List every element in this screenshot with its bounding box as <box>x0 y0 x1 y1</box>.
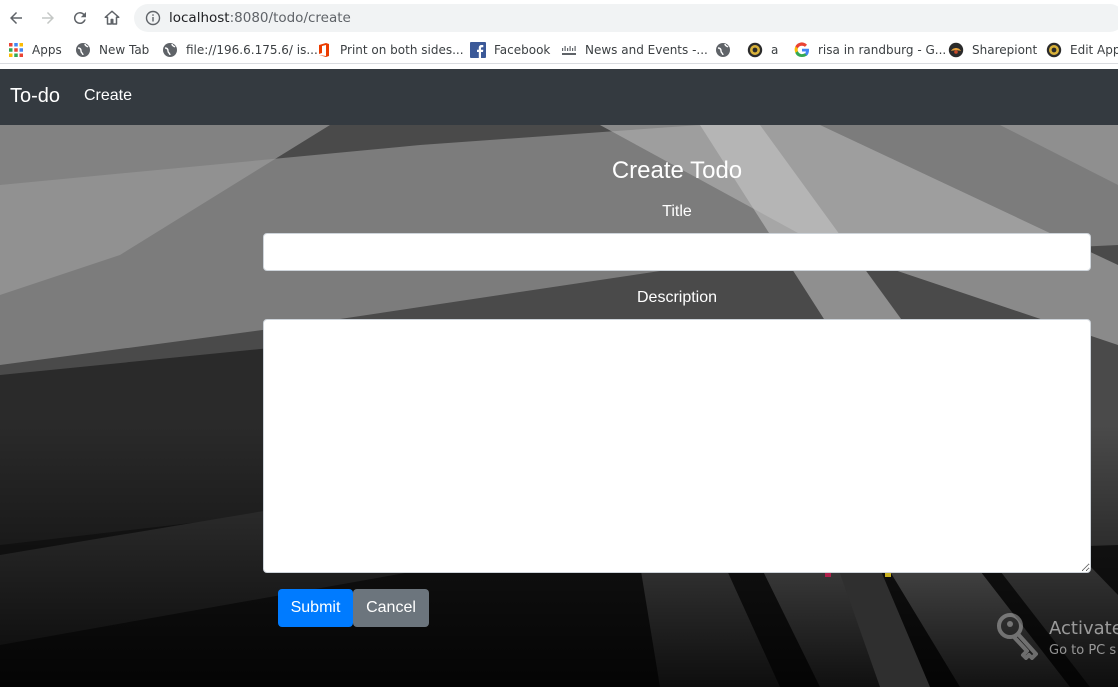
description-textarea[interactable] <box>263 319 1091 573</box>
bookmark-label: Edit Appl <box>1070 43 1118 57</box>
submit-button[interactable]: Submit <box>278 589 353 627</box>
home-icon[interactable] <box>100 6 124 30</box>
bookmark-news[interactable]: News and Events -... <box>561 36 708 63</box>
bookmark-new-tab[interactable]: New Tab <box>75 36 150 63</box>
bookmark-google-search[interactable]: risa in randburg - G... <box>794 36 947 63</box>
page-title: Create Todo <box>611 157 743 184</box>
apps-grid-icon <box>8 42 24 58</box>
globe-icon <box>162 42 178 58</box>
bookmark-print[interactable]: Print on both sides... <box>316 36 464 63</box>
crest-icon <box>1046 42 1062 58</box>
address-url: localhost:8080/todo/create <box>169 10 351 26</box>
title-input[interactable] <box>263 233 1091 271</box>
forward-icon[interactable] <box>36 6 60 30</box>
bookmark-label: Print on both sides... <box>340 43 464 57</box>
description-label: Description <box>636 289 718 306</box>
bookmark-label: risa in randburg - G... <box>818 43 947 57</box>
nav-link-create[interactable]: Create <box>84 87 132 105</box>
bookmark-a[interactable]: a <box>747 36 779 63</box>
bookmark-label: a <box>771 43 779 57</box>
sharepoint-icon <box>948 42 964 58</box>
key-icon <box>997 613 1038 660</box>
browser-toolbar: localhost:8080/todo/create <box>0 0 1118 36</box>
reload-icon[interactable] <box>68 6 92 30</box>
activation-watermark-subtitle: Go to PC s <box>1049 643 1117 658</box>
bookmark-apps[interactable]: Apps <box>8 36 62 63</box>
activation-watermark-title: Activate <box>1049 618 1118 639</box>
app-navbar: To-do Create <box>0 69 1118 125</box>
facebook-icon <box>470 42 486 58</box>
bookmark-globe[interactable] <box>715 36 739 63</box>
cisco-icon <box>561 42 577 58</box>
bookmark-label: New Tab <box>99 43 150 57</box>
bookmark-label: Sharepiont <box>972 43 1038 57</box>
bookmarks-bar: Apps New Tab file://196.6.175.6/ is... P… <box>0 36 1118 64</box>
bookmark-label: News and Events -... <box>585 43 708 57</box>
bookmark-facebook[interactable]: Facebook <box>470 36 551 63</box>
crest-icon <box>747 42 763 58</box>
bookmark-edit-appl[interactable]: Edit Appl <box>1046 36 1118 63</box>
title-label: Title <box>662 203 692 220</box>
info-icon[interactable] <box>145 10 161 26</box>
bookmark-label: Facebook <box>494 43 551 57</box>
address-bar[interactable]: localhost:8080/todo/create <box>134 4 1118 32</box>
globe-icon <box>75 42 91 58</box>
bookmark-label: Apps <box>32 43 62 57</box>
cancel-button[interactable]: Cancel <box>353 589 429 627</box>
office-icon <box>316 42 332 58</box>
bookmark-file-share[interactable]: file://196.6.175.6/ is... <box>162 36 318 63</box>
bookmark-sharepoint[interactable]: Sharepiont <box>948 36 1038 63</box>
globe-icon <box>715 42 731 58</box>
bookmark-label: file://196.6.175.6/ is... <box>186 43 318 57</box>
google-icon <box>794 42 810 58</box>
navbar-brand[interactable]: To-do <box>10 85 60 108</box>
back-icon[interactable] <box>4 6 28 30</box>
